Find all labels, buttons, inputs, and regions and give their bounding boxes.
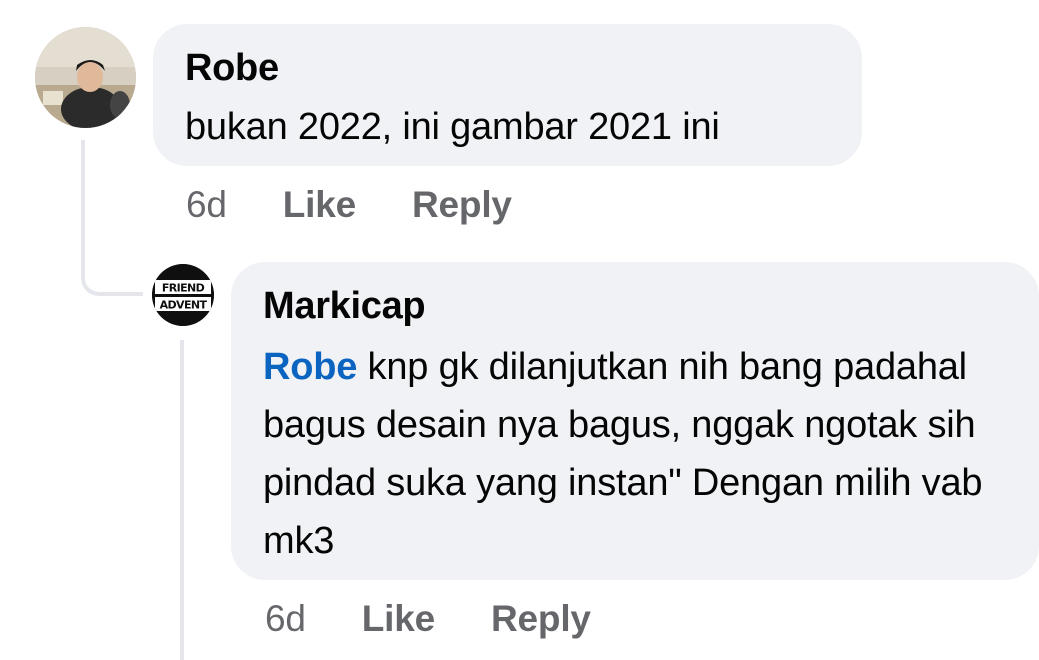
like-button[interactable]: Like <box>283 184 356 226</box>
comment-text: bukan 2022, ini gambar 2021 ini <box>185 106 720 148</box>
profile-logo-icon: FRIEND ADVENT <box>152 264 214 326</box>
mention-link[interactable]: Robe <box>263 346 357 388</box>
comment-author[interactable]: Markicap <box>263 284 1009 328</box>
comment-actions: 6d Like Reply <box>265 598 591 640</box>
comment-author[interactable]: Robe <box>185 46 832 90</box>
thread-connector-vertical <box>180 340 184 660</box>
avatar[interactable] <box>35 27 136 128</box>
comment-thread: Robe bukan 2022, ini gambar 2021 ini 6d … <box>0 0 1039 660</box>
comment-body: knp gk dilanjutkan nih bang padahal bagu… <box>263 346 983 562</box>
comment-text: Robe knp gk dilanjutkan nih bang padahal… <box>263 338 1003 570</box>
like-button[interactable]: Like <box>362 598 435 640</box>
avatar[interactable]: FRIEND ADVENT <box>152 264 214 326</box>
comment-timestamp[interactable]: 6d <box>265 598 306 640</box>
thread-connector <box>81 140 143 296</box>
comment-bubble: Markicap Robe knp gk dilanjutkan nih ban… <box>231 262 1039 580</box>
comment-timestamp[interactable]: 6d <box>186 184 227 226</box>
comment-bubble: Robe bukan 2022, ini gambar 2021 ini <box>153 24 862 166</box>
logo-text-top: FRIEND <box>162 282 205 295</box>
profile-photo-icon <box>35 27 136 128</box>
reply-button[interactable]: Reply <box>412 184 512 226</box>
reply-button[interactable]: Reply <box>491 598 591 640</box>
comment-actions: 6d Like Reply <box>186 184 512 226</box>
logo-text-bottom: ADVENT <box>160 299 208 312</box>
